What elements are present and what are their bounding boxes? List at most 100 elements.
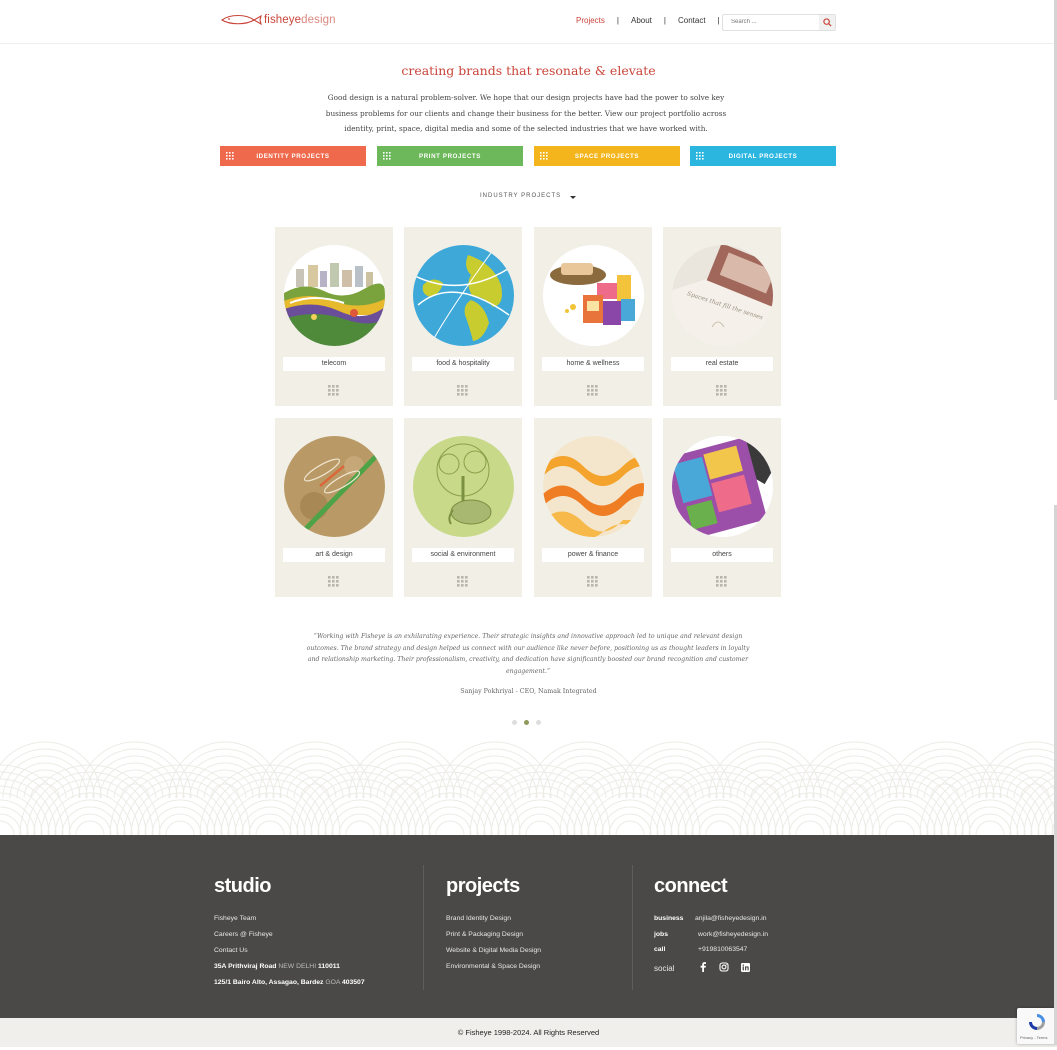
slider-dot[interactable] — [536, 720, 541, 725]
linkedin-icon[interactable] — [740, 962, 750, 972]
category-label: SPACE PROJECTS — [574, 152, 640, 160]
tree-elephant-illustration — [413, 436, 514, 537]
nav-separator: | — [717, 16, 720, 25]
nav-contact[interactable]: Contact — [678, 16, 706, 25]
industry-tile-real-estate[interactable]: Spaces that fill the senses real estate — [663, 227, 781, 406]
industry-tile-social-environment[interactable]: social & environment — [404, 418, 522, 597]
grid-icon — [328, 385, 339, 396]
site-header: fisheyedesign Projects | About | Contact… — [0, 0, 1057, 44]
recaptcha-badge[interactable]: Privacy - Terms — [1017, 1008, 1057, 1044]
footer-link[interactable]: Careers @ Fisheye — [214, 931, 273, 938]
logo-wordmark: fisheyedesign — [264, 14, 336, 26]
contact-label-jobs: jobs — [654, 931, 668, 938]
footer-link[interactable]: Brand Identity Design — [446, 915, 511, 922]
city-landscape-illustration — [284, 245, 385, 346]
brochure-photo: Spaces that fill the senses — [672, 245, 773, 346]
grid-icon — [383, 152, 391, 160]
industry-tile-power-finance[interactable]: power & finance — [534, 418, 652, 597]
testimonial-author: Sanjay Pokhriyal - CEO, Namak Integrated — [460, 688, 597, 695]
grid-icon — [457, 576, 468, 587]
copyright-bar: © Fisheye 1998-2024. All Rights Reserved — [0, 1018, 1057, 1047]
industry-label: food & hospitality — [412, 357, 514, 371]
category-label: IDENTITY PROJECTS — [256, 152, 330, 160]
studio-address-goa: 125/1 Bairo Alto, Assagao, Bardez GOA 40… — [214, 979, 365, 986]
testimonial-quote: “Working with Fisheye is an exhilarating… — [306, 633, 750, 675]
nav-about[interactable]: About — [631, 16, 652, 25]
print-projects-button[interactable]: PRINT PROJECTS — [377, 146, 523, 166]
page-headline: creating brands that resonate & elevate — [401, 63, 656, 78]
industry-tile-home-wellness[interactable]: home & wellness — [534, 227, 652, 406]
industry-tile-others[interactable]: others — [663, 418, 781, 597]
search-button[interactable] — [819, 15, 835, 30]
globe-illustration — [413, 245, 514, 346]
search-icon — [822, 18, 832, 27]
grid-icon — [457, 385, 468, 396]
industry-label: home & wellness — [542, 357, 644, 371]
industry-tile-art-design[interactable]: art & design — [275, 418, 393, 597]
grid-icon — [587, 576, 598, 587]
category-label: DIGITAL PROJECTS — [728, 152, 798, 160]
slider-dot-active[interactable] — [524, 720, 529, 725]
nav-separator: | — [663, 16, 666, 25]
magazine-photo — [672, 436, 773, 537]
footer-link[interactable]: Fisheye Team — [214, 915, 256, 922]
main-nav: Projects | About | Contact | — [576, 16, 732, 25]
recaptcha-icon — [1029, 1014, 1045, 1030]
testimonial-slider-dots — [512, 720, 548, 725]
recaptcha-terms[interactable]: Privacy - Terms — [1020, 1035, 1047, 1040]
industry-label: telecom — [283, 357, 385, 371]
dropdown-label: INDUSTRY PROJECTS — [480, 193, 562, 199]
grid-icon — [540, 152, 548, 160]
soap-packaging-photo — [543, 245, 644, 346]
nav-separator: | — [616, 16, 619, 25]
industry-projects-dropdown[interactable]: INDUSTRY PROJECTS — [480, 193, 577, 199]
industry-tile-telecom[interactable]: telecom — [275, 227, 393, 406]
studio-address-delhi: 35A Prithviraj Road NEW DELHI 110011 — [214, 963, 340, 970]
digital-projects-button[interactable]: DIGITAL PROJECTS — [690, 146, 836, 166]
fish-logo-icon — [221, 14, 262, 26]
footer-link[interactable]: Contact Us — [214, 947, 248, 954]
instagram-icon[interactable] — [719, 962, 729, 972]
footer-link[interactable]: Environmental & Space Design — [446, 963, 540, 970]
contact-label-call: call — [654, 946, 666, 953]
footer-divider — [423, 865, 424, 990]
industry-label: others — [671, 548, 773, 562]
intro-paragraph: Good design is a natural problem-solver.… — [325, 93, 727, 133]
space-projects-button[interactable]: SPACE PROJECTS — [534, 146, 680, 166]
search-input[interactable] — [731, 16, 815, 28]
facebook-icon[interactable] — [698, 962, 708, 972]
grid-icon — [696, 152, 704, 160]
footer-studio-title: studio — [214, 875, 272, 897]
footer-connect-title: connect — [654, 875, 728, 897]
social-label: social — [654, 964, 675, 973]
orange-waves-illustration — [543, 436, 644, 537]
industry-label: real estate — [671, 357, 773, 371]
footer-projects-title: projects — [446, 875, 520, 897]
caret-down-icon — [570, 196, 577, 199]
industry-label: power & finance — [542, 548, 644, 562]
contact-phone[interactable]: +919810063547 — [698, 946, 747, 953]
dragonfly-illustration — [284, 436, 385, 537]
contact-email-business[interactable]: anjila@fisheyedesign.in — [695, 915, 767, 922]
wave-pattern-decoration — [0, 741, 1057, 835]
footer-divider — [632, 865, 633, 990]
identity-projects-button[interactable]: IDENTITY PROJECTS — [220, 146, 366, 166]
fisheye-logo[interactable]: fisheyedesign — [220, 14, 336, 26]
grid-icon — [716, 576, 727, 587]
grid-icon — [587, 385, 598, 396]
industry-tile-food-hospitality[interactable]: food & hospitality — [404, 227, 522, 406]
grid-icon — [328, 576, 339, 587]
contact-label-business: business — [654, 915, 684, 922]
contact-email-jobs[interactable]: work@fisheyedesign.in — [698, 931, 768, 938]
industry-label: art & design — [283, 548, 385, 562]
footer-link[interactable]: Print & Packaging Design — [446, 931, 523, 938]
nav-projects[interactable]: Projects — [576, 16, 605, 25]
slider-dot[interactable] — [512, 720, 517, 725]
category-label: PRINT PROJECTS — [418, 152, 482, 160]
grid-icon — [716, 385, 727, 396]
search-box — [722, 14, 836, 31]
site-footer: studio Fisheye Team Careers @ Fisheye Co… — [0, 835, 1057, 1018]
industry-label: social & environment — [412, 548, 514, 562]
footer-link[interactable]: Website & Digital Media Design — [446, 947, 541, 954]
grid-icon — [226, 152, 234, 160]
